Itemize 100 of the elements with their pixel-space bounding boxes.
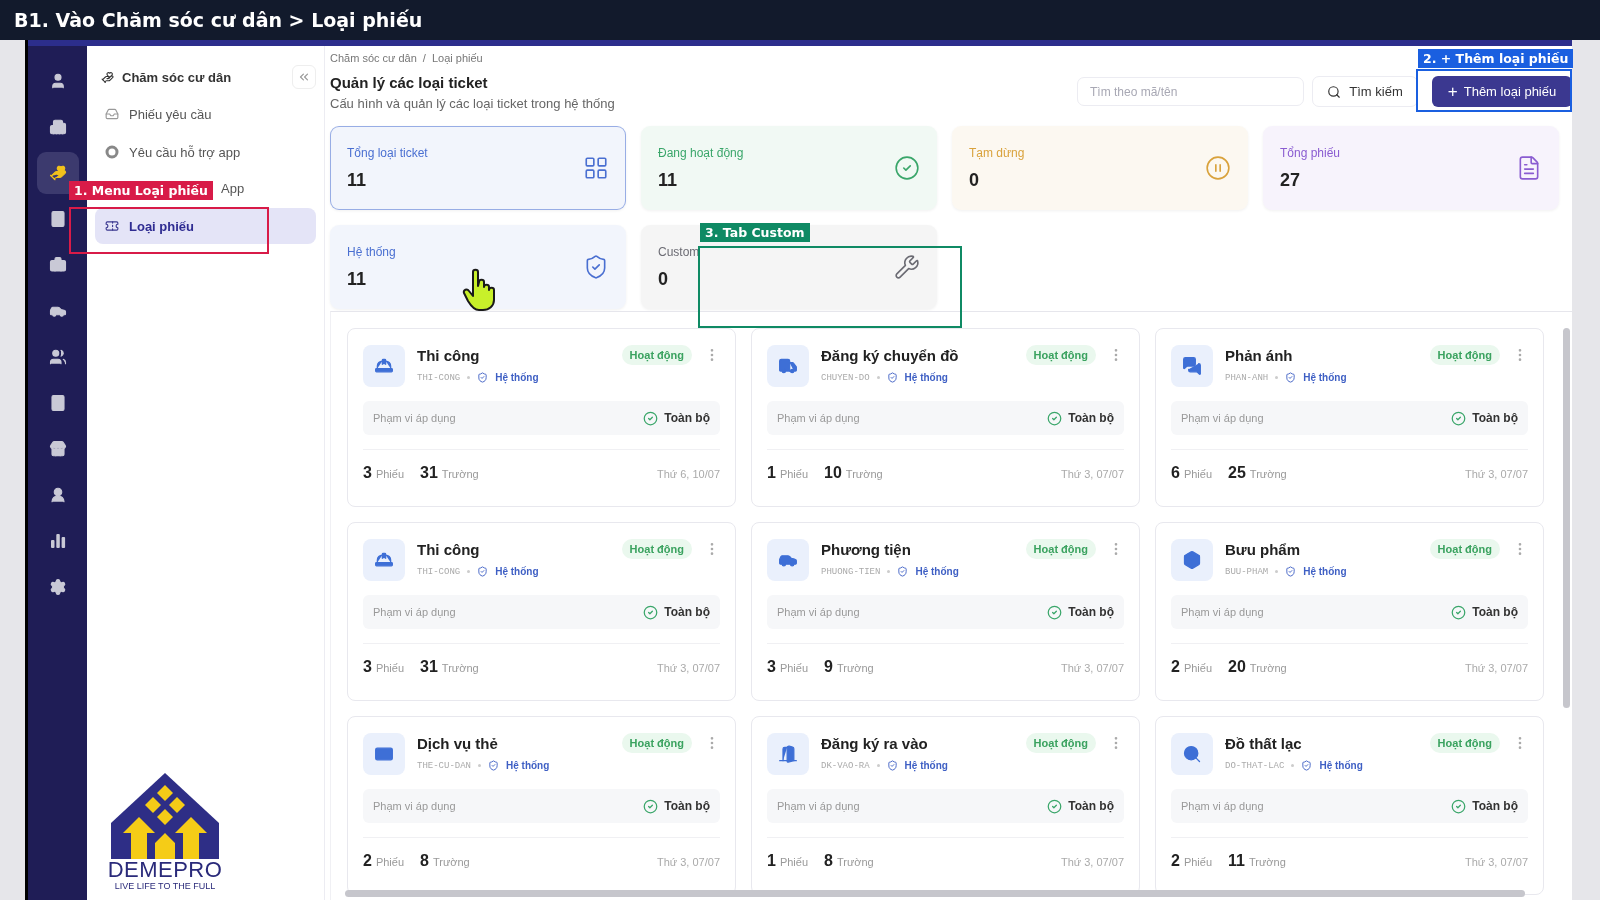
- ticket-count: 3: [363, 464, 372, 482]
- check-circle-icon: [1047, 798, 1063, 814]
- status-badge: Hoạt động: [1429, 539, 1500, 559]
- stat-label: Tổng phiếu: [1280, 145, 1341, 160]
- scope-label: Phạm vi áp dụng: [373, 412, 456, 424]
- created-date: Thứ 3, 07/07: [1465, 468, 1528, 480]
- system-tag: Hệ thống: [904, 372, 948, 383]
- hand-cursor-icon: [462, 268, 498, 312]
- ticket-type-code: DK-VAO-RA: [821, 760, 870, 771]
- stat-tab[interactable]: Đang hoạt động 11: [641, 126, 937, 210]
- ticket-icon: [105, 219, 119, 233]
- inbox-icon: [105, 107, 119, 121]
- ticket-count-label: Phiếu: [1183, 468, 1213, 480]
- ticket-count: 2: [1171, 852, 1180, 870]
- ticket-type-name: Đồ thất lạc: [1225, 735, 1303, 752]
- status-badge: Hoạt động: [1429, 733, 1500, 753]
- scope-value: Toàn bộ: [1068, 411, 1114, 425]
- scope-value: Toàn bộ: [1068, 605, 1114, 619]
- scope-label: Phạm vi áp dụng: [373, 800, 456, 812]
- sidebar-title: Chăm sóc cư dân: [101, 69, 232, 85]
- ticket-count: 2: [363, 852, 372, 870]
- field-count: 25: [1228, 464, 1246, 482]
- page-title: Quản lý các loại ticket: [330, 74, 489, 91]
- ticket-count-label: Phiếu: [375, 856, 405, 868]
- ticket-type-name: Đăng ký ra vào: [821, 735, 929, 752]
- stat-tab[interactable]: Hệ thống 11: [330, 225, 626, 309]
- ticket-type-name: Bưu phẩm: [1225, 541, 1302, 558]
- ticket-count-label: Phiếu: [779, 468, 809, 480]
- ticket-type-code: PHUONG-TIEN: [821, 566, 881, 577]
- created-date: Thứ 3, 07/07: [1061, 468, 1124, 480]
- shield-icon: [1285, 372, 1297, 383]
- users-icon: [48, 348, 67, 366]
- ticket-type-code: PHAN-ANH: [1225, 372, 1269, 383]
- page-subtitle: Cấu hình và quản lý các loại ticket trong hệ thống: [330, 96, 615, 111]
- add-button[interactable]: + Thêm loại phiếu: [1432, 76, 1572, 107]
- breadcrumb-link[interactable]: Loại phiếu: [431, 52, 483, 64]
- stat-value: 0: [969, 169, 980, 191]
- ticket-type-name: Thi công: [417, 347, 481, 364]
- check-circle-icon: [1451, 798, 1467, 814]
- vertical-scrollbar[interactable]: [1563, 328, 1570, 708]
- annotation-label: 2. + Thêm loại phiếu: [1418, 49, 1574, 68]
- sidebar-item[interactable]: Phiếu yêu cầu: [95, 96, 316, 132]
- annotation-label: 3. Tab Custom: [700, 223, 810, 242]
- status-badge: Hoạt động: [1025, 733, 1096, 753]
- horizontal-scrollbar[interactable]: [345, 890, 1525, 897]
- search-field[interactable]: Tìm theo mã/tên: [1077, 77, 1304, 106]
- field-count: 9: [824, 658, 833, 676]
- scope-label: Phạm vi áp dụng: [373, 606, 456, 618]
- field-count: 31: [420, 658, 438, 676]
- search-button[interactable]: Tìm kiếm: [1312, 76, 1418, 107]
- status-badge: Hoạt động: [1025, 345, 1096, 365]
- check-circle-icon: [1451, 410, 1467, 426]
- stat-value: 11: [347, 268, 368, 290]
- sidebar-item[interactable]: Yêu cầu hỗ trợ app: [95, 134, 316, 170]
- settings-icon: [48, 578, 67, 596]
- truck-icon: [778, 356, 798, 376]
- search-icon: [1327, 84, 1342, 99]
- circle-icon: [105, 145, 119, 159]
- created-date: Thứ 3, 07/07: [1465, 662, 1528, 674]
- field-count: 8: [420, 852, 429, 870]
- check-circle-icon: [643, 604, 659, 620]
- house-logo-icon: [109, 771, 221, 859]
- shield-icon: [1301, 760, 1313, 771]
- stat-tab[interactable]: Tổng loại ticket 11: [330, 126, 626, 210]
- field-count-label: Trường: [1249, 468, 1287, 480]
- breadcrumb-link[interactable]: Chăm sóc cư dân: [330, 52, 417, 64]
- status-badge: Hoạt động: [621, 539, 692, 559]
- ticket-count-label: Phiếu: [779, 662, 809, 674]
- ticket-count: 1: [767, 852, 776, 870]
- stat-value: 0: [658, 268, 669, 290]
- field-count-label: Trường: [441, 662, 479, 674]
- stat-value: 27: [1280, 169, 1302, 191]
- ticket-count: 6: [1171, 464, 1180, 482]
- stat-label: Tạm dừng: [969, 145, 1025, 160]
- chat-icon: [1182, 356, 1202, 376]
- field-count: 31: [420, 464, 438, 482]
- scope-label: Phạm vi áp dụng: [1181, 412, 1264, 424]
- ticket-count-label: Phiếu: [1183, 856, 1213, 868]
- ticket-type-name: Phương tiện: [821, 541, 912, 558]
- ticket-type-code: BUU-PHAM: [1225, 566, 1269, 577]
- field-count-label: Trường: [1248, 856, 1286, 868]
- stat-label: Custom: [658, 244, 700, 259]
- ticket-type-name: Dịch vụ thẻ: [417, 735, 499, 752]
- scope-label: Phạm vi áp dụng: [777, 412, 860, 424]
- system-tag: Hệ thống: [1319, 760, 1363, 771]
- scope-value: Toàn bộ: [1472, 799, 1518, 813]
- field-count: 10: [824, 464, 842, 482]
- shield-icon: [477, 566, 489, 577]
- shield-icon: [477, 372, 489, 383]
- system-tag: Hệ thống: [915, 566, 959, 577]
- system-tag: Hệ thống: [904, 760, 948, 771]
- scope-value: Toàn bộ: [1472, 605, 1518, 619]
- stat-tab[interactable]: Tổng phiếu 27: [1263, 126, 1559, 210]
- stat-label: Tổng loại ticket: [347, 145, 428, 160]
- field-count-label: Trường: [441, 468, 479, 480]
- sidebar-item[interactable]: Loại phiếu: [95, 208, 316, 244]
- scope-label: Phạm vi áp dụng: [777, 606, 860, 618]
- ticket-count: 3: [363, 658, 372, 676]
- stat-tab[interactable]: Tạm dừng 0: [952, 126, 1248, 210]
- sidebar-item[interactable]: App: [221, 178, 245, 198]
